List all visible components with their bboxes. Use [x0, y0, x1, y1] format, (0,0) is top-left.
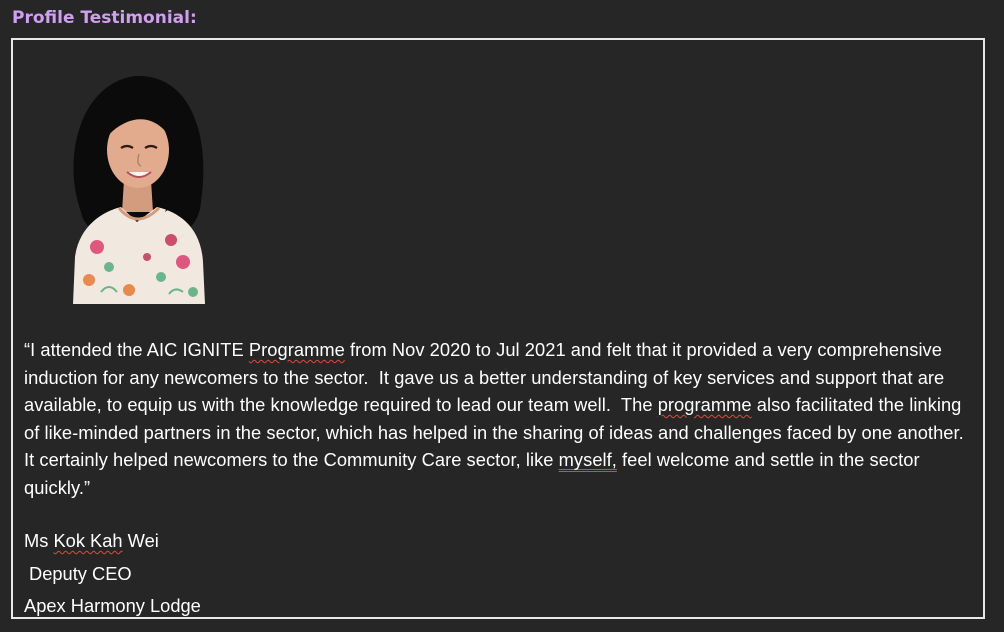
quote-text: “I attended the AIC IGNITE	[24, 339, 249, 360]
signature-title: Deputy CEO	[29, 563, 132, 584]
page-title: Profile Testimonial:	[12, 8, 197, 28]
testimonial-quote: “I attended the AIC IGNITE Programme fro…	[24, 336, 974, 502]
signature-organisation: Apex Harmony Lodge	[24, 595, 201, 616]
signature-name: Ms Kok Kah Wei	[24, 530, 159, 552]
name-suffix: Wei	[122, 530, 159, 551]
spelling-flag[interactable]: Kok Kah	[53, 530, 122, 551]
grammar-flag[interactable]: myself,	[559, 449, 617, 470]
spelling-flag[interactable]: Programme	[249, 339, 345, 360]
name-prefix: Ms	[24, 530, 54, 551]
testimonial-frame: “I attended the AIC IGNITE Programme fro…	[11, 38, 985, 619]
spelling-flag[interactable]: programme	[658, 394, 752, 415]
person-portrait-icon	[73, 75, 205, 304]
